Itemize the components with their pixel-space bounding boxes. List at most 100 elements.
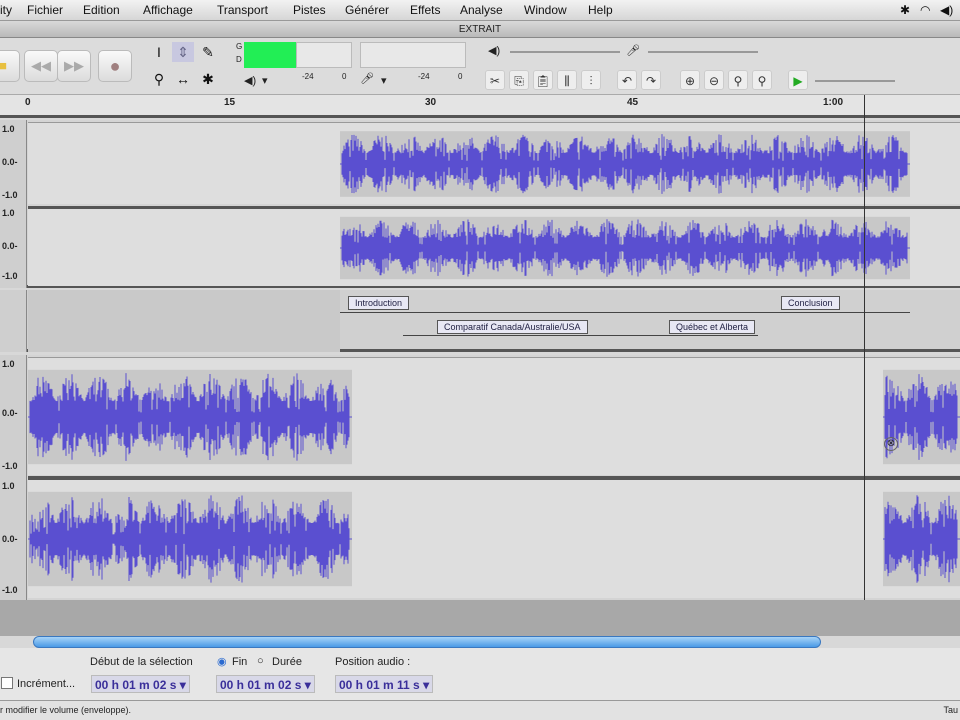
track-area-bottom (0, 600, 960, 636)
draw-tool-icon[interactable]: ✎ (197, 42, 219, 62)
play-at-speed-icon[interactable]: ▶ (788, 70, 808, 90)
microphone-icon[interactable]: 🎤︎ (360, 72, 374, 85)
playback-cursor (864, 95, 865, 600)
status-rate: Tau (943, 705, 958, 715)
skip-start-button[interactable]: ◀◀ (24, 50, 58, 82)
selection-start-value: 00 h 01 m 02 s (95, 678, 177, 692)
menu-window[interactable]: Window (524, 3, 567, 17)
scale-label: 1.0 (2, 124, 15, 134)
play-speed-slider[interactable] (815, 80, 895, 82)
meter-right-label: D (236, 55, 242, 64)
channel-left[interactable] (28, 122, 960, 204)
envelope-tool-icon[interactable]: ⇕ (172, 42, 194, 62)
playback-meter-track (296, 42, 352, 68)
record-button[interactable]: ● (98, 50, 132, 82)
menu-effets[interactable]: Effets (410, 3, 440, 17)
audio-track-2[interactable]: 1.0 0.0- -1.0 1.0 0.0- -1.0 ⊗ (0, 355, 960, 600)
label-track-bg (28, 290, 340, 352)
zoom-tool-icon[interactable]: ⚲ (148, 69, 170, 89)
trim-icon[interactable]: ⫼ (557, 70, 577, 90)
stop-button[interactable]: ■ (0, 50, 20, 82)
output-volume-slider[interactable] (510, 51, 620, 53)
fit-selection-icon[interactable]: ⚲ (728, 70, 748, 90)
output-volume-icon: ◀) (488, 45, 501, 57)
status-text: r modifier le volume (enveloppe). (0, 705, 132, 715)
menu-fichier[interactable]: Fichier (27, 3, 63, 17)
channel-left[interactable] (28, 357, 960, 475)
radio-end-icon[interactable]: ◉ (217, 655, 227, 668)
ruler-tick: 30 (425, 97, 437, 108)
increment-checkbox[interactable] (1, 677, 13, 689)
zoom-in-icon[interactable]: ⊕ (680, 70, 700, 90)
scale-label: -1.0 (2, 190, 18, 200)
selection-start-field[interactable]: 00 h 01 m 02 s ▾ (91, 675, 190, 693)
ruler-tick: 15 (224, 97, 236, 108)
menu-app[interactable]: ity (0, 3, 12, 17)
zoom-out-icon[interactable]: ⊖ (704, 70, 724, 90)
menu-pistes[interactable]: Pistes (293, 3, 326, 17)
scale-label: 1.0 (2, 208, 15, 218)
waveform (28, 369, 960, 465)
paste-icon[interactable]: 📋︎ (533, 70, 553, 90)
multi-tool-icon[interactable]: ✱ (197, 69, 219, 89)
input-volume-slider[interactable] (648, 51, 758, 53)
menu-edition[interactable]: Edition (83, 3, 120, 17)
selection-start-label: Début de la sélection (90, 656, 193, 668)
waveform (28, 491, 960, 587)
wifi-icon[interactable]: ◠ (920, 3, 930, 17)
scale-label: 0.0- (2, 241, 18, 251)
menu-analyse[interactable]: Analyse (460, 3, 503, 17)
menu-help[interactable]: Help (588, 3, 613, 17)
redo-icon[interactable]: ↷ (641, 70, 661, 90)
meter-tick: 0 (458, 72, 463, 81)
silence-icon[interactable]: ⫶ (581, 70, 601, 90)
timeline-ruler[interactable]: 0 15 30 45 1:00 (0, 95, 960, 118)
menu-affichage[interactable]: Affichage (143, 3, 193, 17)
timeshift-tool-icon[interactable]: ↔ (172, 69, 194, 89)
channel-right[interactable] (28, 476, 960, 598)
horizontal-scrollbar[interactable] (33, 636, 821, 648)
label-introduction[interactable]: Introduction (348, 296, 410, 310)
window-title: EXTRAIT (0, 21, 960, 38)
chevron-down-icon[interactable]: ▾ (381, 74, 387, 87)
copy-icon[interactable]: ⎘ (509, 70, 529, 90)
audio-track-1[interactable]: 1.0 0.0- -1.0 1.0 0.0- -1.0 (0, 120, 960, 288)
ruler-tick: 1:00 (823, 97, 844, 108)
label-quebec-alberta[interactable]: Québec et Alberta (669, 320, 756, 334)
record-meter (360, 42, 466, 68)
chevron-down-icon[interactable]: ▾ (262, 74, 268, 87)
label-line (403, 335, 758, 336)
scale-label: -1.0 (2, 271, 18, 281)
label-comparatif[interactable]: Comparatif Canada/Australie/USA (437, 320, 588, 334)
label-conclusion[interactable]: Conclusion (781, 296, 840, 310)
scale-label: 0.0- (2, 408, 18, 418)
undo-icon[interactable]: ↶ (617, 70, 637, 90)
selection-end-field[interactable]: 00 h 01 m 02 s ▾ (216, 675, 315, 693)
speaker-icon[interactable]: ◀) (244, 74, 256, 87)
channel-right[interactable] (28, 206, 960, 286)
scale-label: -1.0 (2, 461, 18, 471)
volume-icon[interactable]: ◀) (940, 3, 953, 17)
bluetooth-icon[interactable]: ✱ (900, 3, 910, 17)
radio-duration-label[interactable]: Durée (272, 656, 302, 668)
audio-position-field[interactable]: 00 h 01 m 11 s ▾ (335, 675, 434, 693)
menu-transport[interactable]: Transport (217, 3, 268, 17)
fit-project-icon[interactable]: ⚲ (752, 70, 772, 90)
scale-label: 0.0- (2, 157, 18, 167)
toolbar: ■ ◀◀ ▶▶ ● I ⇕ ✎ ⚲ ↔ ✱ G D ◀) ▾ -24 0 🎤︎ … (0, 38, 960, 95)
radio-end-label[interactable]: Fin (232, 656, 247, 668)
cut-icon[interactable]: ✂ (485, 70, 505, 90)
sync-lock-icon[interactable]: ⊗ (884, 437, 898, 451)
track-2-scale: 1.0 0.0- -1.0 1.0 0.0- -1.0 (0, 355, 27, 600)
selection-tool-icon[interactable]: I (148, 42, 170, 62)
label-track[interactable]: Introduction Comparatif Canada/Australie… (0, 290, 960, 352)
waveform (340, 216, 910, 280)
increment-label[interactable]: Incrément... (17, 678, 75, 690)
radio-duration-icon[interactable]: ○ (257, 655, 264, 667)
selection-end-value: 00 h 01 m 02 s (220, 678, 302, 692)
status-bar: r modifier le volume (enveloppe). Tau (0, 700, 960, 720)
ruler-tick: 45 (627, 97, 639, 108)
audio-position-label: Position audio : (335, 656, 411, 668)
menu-generer[interactable]: Générer (345, 3, 389, 17)
skip-end-button[interactable]: ▶▶ (57, 50, 91, 82)
